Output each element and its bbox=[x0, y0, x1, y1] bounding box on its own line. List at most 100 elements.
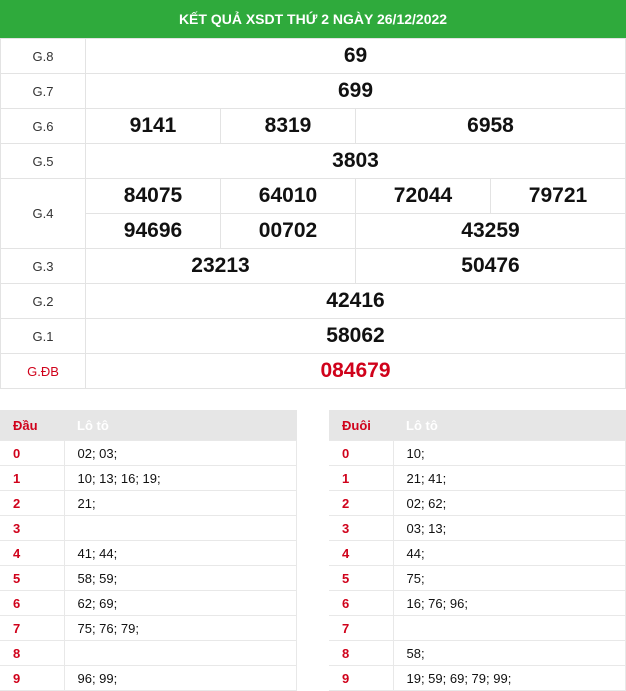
loto-value: 02; 03; bbox=[63, 440, 297, 466]
prize-number: 42416 bbox=[85, 283, 626, 319]
loto-row: 3 03; 13; bbox=[329, 515, 626, 541]
prize-row-g5: G.5 3803 bbox=[0, 143, 626, 179]
loto-row: 8 58; bbox=[329, 640, 626, 666]
loto-value: 75; bbox=[392, 565, 626, 591]
prize-label: G.8 bbox=[0, 38, 86, 74]
loto-value bbox=[63, 515, 297, 541]
loto-key: 3 bbox=[0, 515, 65, 541]
prize-number: 50476 bbox=[355, 248, 626, 284]
loto-row: 9 96; 99; bbox=[0, 665, 297, 691]
loto-value: 58; 59; bbox=[63, 565, 297, 591]
loto-header-value: Lô tô bbox=[64, 410, 297, 441]
prize-number: 3803 bbox=[85, 143, 626, 179]
prize-label: G.ĐB bbox=[0, 353, 86, 389]
loto-value: 02; 62; bbox=[392, 490, 626, 516]
loto-value: 03; 13; bbox=[392, 515, 626, 541]
loto-header-row: Đầu Lô tô bbox=[0, 410, 297, 441]
prize-number: 699 bbox=[85, 73, 626, 109]
loto-row: 1 10; 13; 16; 19; bbox=[0, 465, 297, 491]
loto-value: 21; 41; bbox=[392, 465, 626, 491]
loto-row: 2 02; 62; bbox=[329, 490, 626, 516]
prize-row-special: G.ĐB 084679 bbox=[0, 353, 626, 389]
prize-label: G.7 bbox=[0, 73, 86, 109]
prize-number: 8319 bbox=[220, 108, 356, 144]
loto-key: 8 bbox=[0, 640, 65, 666]
loto-key: 5 bbox=[329, 565, 394, 591]
loto-row: 5 58; 59; bbox=[0, 565, 297, 591]
loto-key: 6 bbox=[0, 590, 65, 616]
prize-row-g4-second: 94696 00702 43259 bbox=[1, 213, 626, 249]
loto-value: 10; 13; 16; 19; bbox=[63, 465, 297, 491]
prize-number: 9141 bbox=[85, 108, 221, 144]
loto-key: 6 bbox=[329, 590, 394, 616]
loto-value: 19; 59; 69; 79; 99; bbox=[392, 665, 626, 691]
loto-key: 7 bbox=[0, 615, 65, 641]
prize-number: 43259 bbox=[355, 213, 626, 249]
loto-key: 0 bbox=[0, 440, 65, 466]
loto-value: 16; 76; 96; bbox=[392, 590, 626, 616]
loto-row: 3 bbox=[0, 515, 297, 541]
loto-row: 8 bbox=[0, 640, 297, 666]
loto-header-row: Đuôi Lô tô bbox=[329, 410, 626, 441]
prize-label: G.5 bbox=[0, 143, 86, 179]
prize-number: 79721 bbox=[490, 178, 626, 214]
loto-key: 2 bbox=[329, 490, 394, 516]
loto-header-key: Đầu bbox=[0, 410, 64, 441]
loto-value: 58; bbox=[392, 640, 626, 666]
loto-value bbox=[392, 615, 626, 641]
loto-key: 2 bbox=[0, 490, 65, 516]
prize-row-g4: G.4 84075 64010 72044 79721 bbox=[0, 178, 626, 249]
prize-table: G.8 69 G.7 699 G.6 9141 8319 6958 G.5 38… bbox=[0, 38, 626, 389]
loto-row: 0 02; 03; bbox=[0, 440, 297, 466]
prize-label: G.4 bbox=[0, 178, 86, 249]
prize-label: G.6 bbox=[0, 108, 86, 144]
loto-value: 62; 69; bbox=[63, 590, 297, 616]
prize-label: G.3 bbox=[0, 248, 86, 284]
prize-number: 72044 bbox=[355, 178, 491, 214]
loto-row: 6 62; 69; bbox=[0, 590, 297, 616]
duoi-loto-table: Đuôi Lô tô 0 10; 1 21; 41; 2 02; 62; 3 03; 1… bbox=[329, 410, 626, 691]
prize-number: 84075 bbox=[85, 178, 221, 214]
loto-row: 7 75; 76; 79; bbox=[0, 615, 297, 641]
loto-key: 1 bbox=[0, 465, 65, 491]
loto-value bbox=[63, 640, 297, 666]
loto-header-key: Đuôi bbox=[329, 410, 393, 441]
loto-key: 0 bbox=[329, 440, 394, 466]
loto-value: 96; 99; bbox=[63, 665, 297, 691]
loto-key: 1 bbox=[329, 465, 394, 491]
prize-number: 00702 bbox=[220, 213, 356, 249]
loto-value: 75; 76; 79; bbox=[63, 615, 297, 641]
prize-number: 58062 bbox=[85, 318, 626, 354]
loto-row: 6 16; 76; 96; bbox=[329, 590, 626, 616]
loto-key: 5 bbox=[0, 565, 65, 591]
prize-number: 69 bbox=[85, 38, 626, 74]
loto-key: 9 bbox=[0, 665, 65, 691]
loto-row: 2 21; bbox=[0, 490, 297, 516]
loto-row: 9 19; 59; 69; 79; 99; bbox=[329, 665, 626, 691]
loto-row: 1 21; 41; bbox=[329, 465, 626, 491]
prize-number: 23213 bbox=[85, 248, 356, 284]
prize-row-g1: G.1 58062 bbox=[0, 318, 626, 354]
result-title: KẾT QUẢ XSDT THỨ 2 NGÀY 26/12/2022 bbox=[0, 0, 626, 38]
prize-label: G.1 bbox=[0, 318, 86, 354]
loto-key: 4 bbox=[0, 540, 65, 566]
prize-label: G.2 bbox=[0, 283, 86, 319]
loto-header-value: Lô tô bbox=[393, 410, 626, 441]
loto-value: 41; 44; bbox=[63, 540, 297, 566]
loto-key: 8 bbox=[329, 640, 394, 666]
loto-key: 4 bbox=[329, 540, 394, 566]
loto-row: 4 41; 44; bbox=[0, 540, 297, 566]
prize-number: 6958 bbox=[355, 108, 626, 144]
dau-loto-table: Đầu Lô tô 0 02; 03; 1 10; 13; 16; 19; 2 21;… bbox=[0, 410, 297, 691]
prize-number: 94696 bbox=[85, 213, 221, 249]
prize-row-g6: G.6 9141 8319 6958 bbox=[0, 108, 626, 144]
loto-row: 0 10; bbox=[329, 440, 626, 466]
loto-key: 7 bbox=[329, 615, 394, 641]
loto-value: 44; bbox=[392, 540, 626, 566]
loto-row: 7 bbox=[329, 615, 626, 641]
prize-row-g3: G.3 23213 50476 bbox=[0, 248, 626, 284]
loto-key: 9 bbox=[329, 665, 394, 691]
prize-number: 64010 bbox=[220, 178, 356, 214]
loto-key: 3 bbox=[329, 515, 394, 541]
loto-value: 21; bbox=[63, 490, 297, 516]
